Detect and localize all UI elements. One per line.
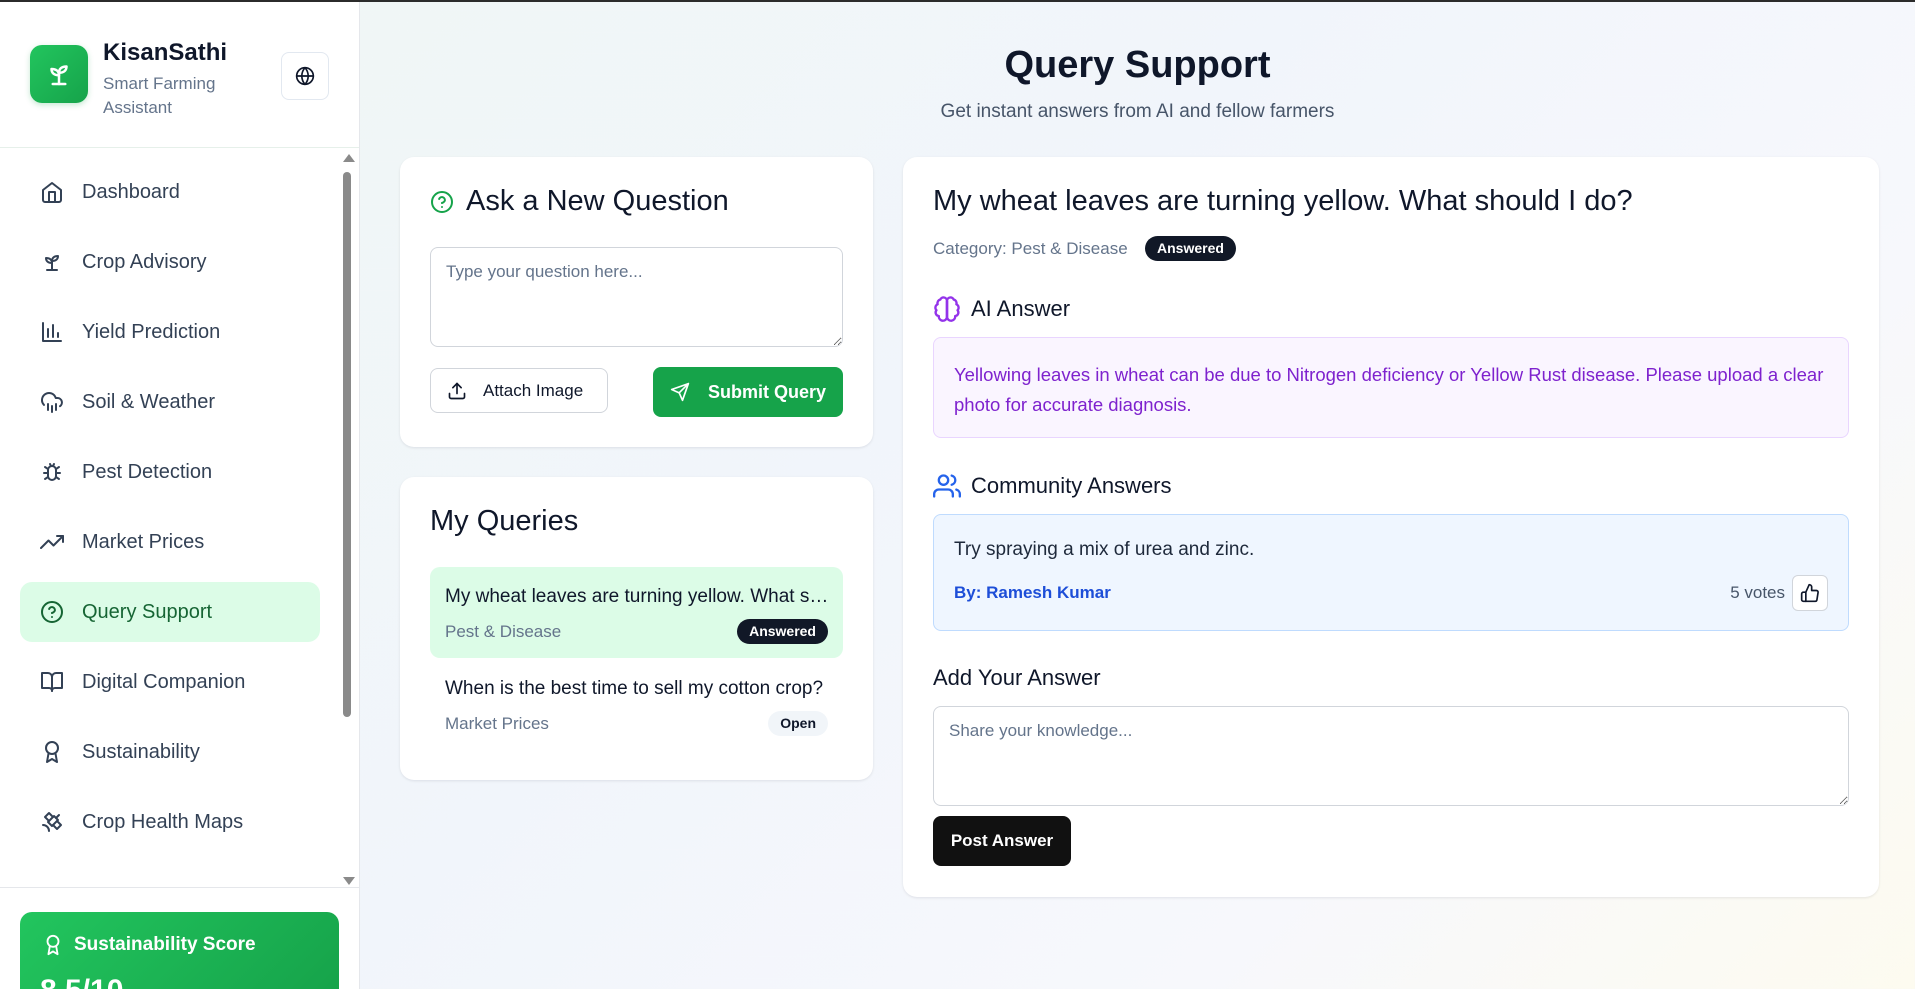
bar-chart-icon — [42, 322, 62, 342]
home-icon — [42, 182, 62, 203]
status-badge: Answered — [1145, 236, 1236, 261]
community-answer: Try spraying a mix of urea and zinc. By:… — [933, 514, 1849, 631]
answer-input[interactable] — [933, 706, 1849, 806]
post-answer-button[interactable]: Post Answer — [933, 816, 1071, 866]
status-badge: Open — [768, 711, 828, 736]
ask-question-card: Ask a New Question Attach Image Submit Q… — [400, 157, 873, 447]
attach-image-label: Attach Image — [483, 380, 584, 400]
trending-up-icon — [40, 535, 64, 549]
ask-title-text: Ask a New Question — [466, 185, 729, 217]
sidebar-item-label: Digital Companion — [82, 670, 246, 693]
my-queries-card: My Queries My wheat leaves are turning y… — [400, 477, 873, 780]
sidebar: KisanSathi Smart Farming Assistant Dashb… — [0, 2, 360, 989]
thumbs-up-icon — [1800, 583, 1819, 603]
query-category: Market Prices — [445, 714, 549, 733]
app-name: KisanSathi — [103, 39, 228, 66]
users-icon — [933, 474, 961, 498]
sidebar-footer: Sustainability Score 8.5/10 — [0, 887, 359, 989]
upload-icon — [448, 382, 466, 399]
query-category: Pest & Disease — [445, 622, 562, 641]
app-subtitle: Smart Farming Assistant — [103, 74, 216, 117]
sidebar-item-query-support[interactable]: Query Support — [20, 582, 320, 642]
page-title: Query Support — [1004, 44, 1271, 86]
ai-answer-heading-text: AI Answer — [971, 296, 1071, 321]
sidebar-nav: Dashboard Crop Advisory Yield Prediction… — [20, 162, 320, 862]
sprout-logo-icon — [30, 45, 88, 103]
sidebar-item-label: Yield Prediction — [82, 320, 221, 343]
scroll-down-arrow[interactable] — [343, 877, 355, 885]
scrollbar-thumb[interactable] — [343, 172, 351, 717]
ai-answer-heading: AI Answer — [933, 295, 1070, 323]
globe-icon — [295, 66, 315, 86]
ask-title: Ask a New Question — [430, 185, 729, 218]
detail-category: Category: Pest & Disease — [933, 239, 1128, 258]
sidebar-item-digital-companion[interactable]: Digital Companion — [20, 652, 320, 712]
sidebar-item-label: Query Support — [82, 600, 213, 623]
sidebar-item-soil-weather[interactable]: Soil & Weather — [20, 372, 320, 432]
query-question: My wheat leaves are turning yellow. What… — [445, 586, 835, 607]
help-circle-icon — [41, 601, 63, 623]
query-detail-card: My wheat leaves are turning yellow. What… — [903, 157, 1879, 897]
attach-image-button[interactable]: Attach Image — [430, 368, 608, 413]
ai-answer-text: Yellowing leaves in wheat can be due to … — [933, 337, 1849, 438]
sidebar-item-label: Dashboard — [82, 180, 180, 203]
query-item-selected[interactable]: My wheat leaves are turning yellow. What… — [430, 567, 843, 658]
submit-query-label: Submit Query — [707, 381, 827, 402]
sidebar-item-label: Crop Health Maps — [82, 810, 244, 833]
sidebar-item-crop-health-maps[interactable]: Crop Health Maps — [20, 792, 320, 852]
sidebar-item-crop-advisory[interactable]: Crop Advisory — [20, 232, 320, 292]
community-answer-author: By: Ramesh Kumar — [954, 583, 1111, 602]
sidebar-item-yield-prediction[interactable]: Yield Prediction — [20, 302, 320, 362]
submit-query-button[interactable]: Submit Query — [653, 367, 843, 417]
sidebar-item-label: Market Prices — [82, 530, 205, 553]
my-queries-title: My Queries — [430, 505, 579, 537]
bug-icon — [43, 463, 61, 481]
community-answer-text: Try spraying a mix of urea and zinc. — [954, 539, 1255, 560]
add-answer-heading: Add Your Answer — [933, 665, 1101, 690]
vote-count: 5 votes — [1730, 583, 1785, 602]
sidebar-item-label: Soil & Weather — [82, 390, 216, 413]
award-icon — [46, 934, 60, 956]
scroll-up-arrow[interactable] — [343, 154, 355, 162]
sidebar-item-sustainability[interactable]: Sustainability — [20, 722, 320, 782]
sidebar-item-market-prices[interactable]: Market Prices — [20, 512, 320, 572]
help-circle-icon — [431, 190, 453, 213]
brand-header: KisanSathi Smart Farming Assistant — [0, 2, 359, 148]
query-question: When is the best time to sell my cotton … — [445, 678, 824, 699]
sidebar-item-label: Pest Detection — [82, 460, 213, 483]
sprout-icon — [45, 255, 59, 271]
award-icon — [45, 741, 59, 763]
question-input[interactable] — [430, 247, 843, 347]
community-answers-heading-text: Community Answers — [971, 473, 1172, 498]
sustainability-score-card: Sustainability Score 8.5/10 — [20, 912, 339, 989]
book-open-icon — [41, 672, 63, 692]
sidebar-item-label: Crop Advisory — [82, 250, 207, 273]
detail-question: My wheat leaves are turning yellow. What… — [933, 185, 1633, 217]
sidebar-scrollbar[interactable] — [340, 152, 355, 887]
brain-icon — [934, 296, 960, 322]
language-button[interactable] — [281, 52, 329, 100]
sidebar-item-pest-detection[interactable]: Pest Detection — [20, 442, 320, 502]
satellite-icon — [42, 812, 62, 832]
upvote-button[interactable] — [1792, 575, 1828, 611]
score-value: 8.5/10 — [40, 974, 123, 989]
send-icon — [670, 382, 690, 402]
cloud-rain-icon — [41, 392, 63, 413]
query-item[interactable]: When is the best time to sell my cotton … — [430, 659, 843, 750]
sidebar-item-dashboard[interactable]: Dashboard — [20, 162, 320, 222]
score-title: Sustainability Score — [74, 934, 256, 955]
page-subtitle: Get instant answers from AI and fellow f… — [940, 101, 1335, 122]
community-answers-heading: Community Answers — [933, 472, 1172, 500]
sidebar-item-label: Sustainability — [82, 740, 200, 763]
status-badge: Answered — [737, 619, 828, 644]
